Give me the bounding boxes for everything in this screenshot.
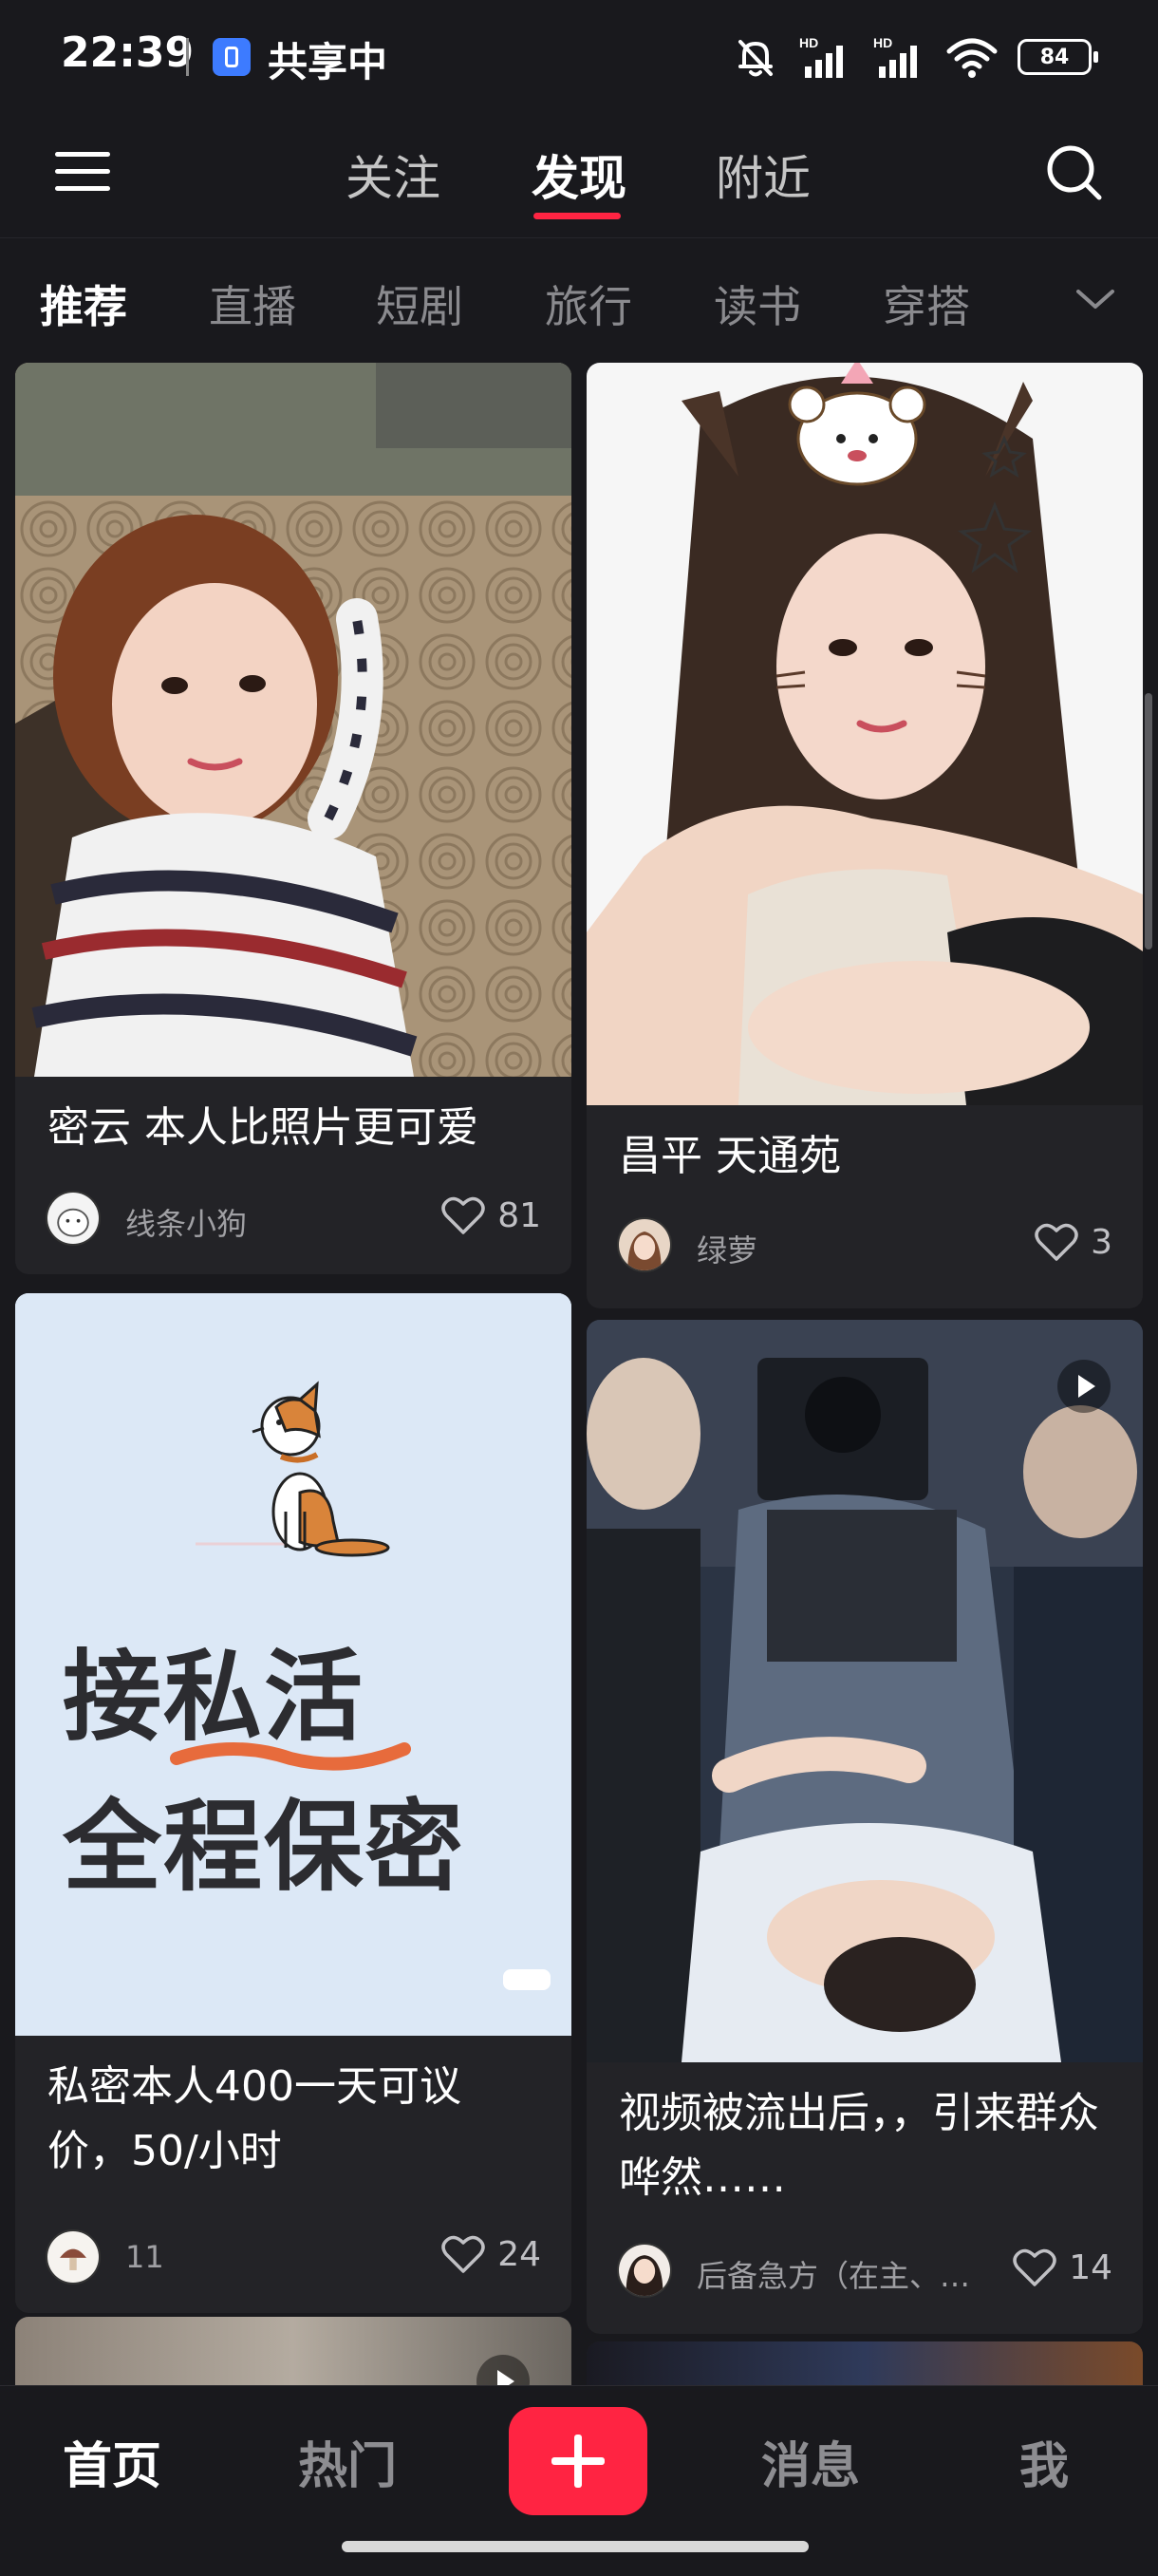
- svg-text:HD: HD: [799, 35, 818, 50]
- heart-icon[interactable]: [1034, 1221, 1079, 1263]
- signal-hd-icon: HD: [873, 35, 917, 78]
- card-title: 私密本人400一天可议价，50/小时: [47, 2062, 461, 2175]
- card-author[interactable]: 线条小狗: [125, 1200, 247, 1244]
- svg-text:HD: HD: [873, 35, 892, 50]
- photo-girl-filter: [587, 363, 1143, 1105]
- feed-card[interactable]: 接私活 全程保密 私密本人400一天可议价，50/小时 11 24: [15, 1293, 571, 2313]
- top-navigation: 关注 发现 附近: [0, 114, 1158, 237]
- status-separator: [186, 38, 189, 76]
- card-image: [587, 363, 1143, 1105]
- bell-muted-icon: [738, 40, 773, 77]
- scrollbar[interactable]: [1145, 693, 1152, 950]
- avatar[interactable]: [46, 1191, 101, 1246]
- poster-subheadline: 全程保密: [63, 1789, 466, 1905]
- category-live[interactable]: 直播: [209, 273, 296, 335]
- card-author[interactable]: 后备急方（在主、…: [697, 2252, 981, 2296]
- wifi-icon: [946, 38, 998, 78]
- card-author[interactable]: 11: [125, 2239, 164, 2275]
- share-screen-icon: [213, 38, 251, 76]
- bottom-tab-messages[interactable]: 消息: [761, 2426, 860, 2497]
- like-count-value: 3: [1091, 1222, 1112, 1262]
- card-image: 接私活 全程保密: [15, 1293, 571, 2036]
- menu-icon[interactable]: [55, 148, 110, 196]
- card-author[interactable]: 绿萝: [697, 1227, 757, 1270]
- category-short-drama[interactable]: 短剧: [376, 273, 463, 335]
- signal-hd-icon: HD: [799, 35, 843, 78]
- photo-girl-selfie: [15, 363, 571, 1077]
- category-recommend[interactable]: 推荐: [40, 273, 127, 335]
- card-title: 密云 本人比照片更可爱: [47, 1103, 478, 1152]
- avatar[interactable]: [617, 2243, 672, 2298]
- status-icons: HD HD 84: [733, 32, 1098, 82]
- heart-icon[interactable]: [440, 2233, 486, 2275]
- like-count[interactable]: 14: [1012, 2247, 1112, 2288]
- feed-card[interactable]: 昌平 天通苑 绿萝 3: [587, 363, 1143, 1308]
- feed-card[interactable]: 视频被流出后，，引来群众哗然…… 后备急方（在主、… 14: [587, 1320, 1143, 2334]
- card-image: [15, 363, 571, 1077]
- home-indicator[interactable]: [342, 2541, 809, 2552]
- tab-nearby[interactable]: 附近: [716, 141, 811, 209]
- active-tab-indicator: [533, 213, 621, 219]
- like-count-value: 24: [497, 2234, 541, 2274]
- like-count[interactable]: 81: [440, 1194, 541, 1236]
- video-crowd-scene: [587, 1320, 1143, 2062]
- card-title: 昌平 天通苑: [619, 1132, 841, 1180]
- like-count[interactable]: 24: [440, 2233, 541, 2275]
- heart-icon[interactable]: [440, 1194, 486, 1236]
- feed-card[interactable]: 密云 本人比照片更可爱 线条小狗 81: [15, 363, 571, 1274]
- add-post-button[interactable]: [509, 2407, 647, 2515]
- chevron-down-icon[interactable]: [1074, 286, 1116, 312]
- play-icon: [1057, 1360, 1111, 1413]
- bottom-tab-me[interactable]: 我: [1019, 2426, 1069, 2497]
- poster-headline: 接私活: [63, 1639, 365, 1755]
- avatar[interactable]: [617, 1217, 672, 1272]
- category-tabs: 推荐 直播 短剧 旅行 读书 穿搭: [0, 237, 1158, 358]
- share-status-label: 共享中: [268, 39, 388, 85]
- status-bar: 22:39 共享中 HD HD 84: [0, 0, 1158, 114]
- bottom-tab-hot[interactable]: 热门: [298, 2426, 397, 2497]
- tab-following[interactable]: 关注: [346, 141, 440, 209]
- status-time: 22:39: [61, 28, 195, 77]
- bottom-tab-home[interactable]: 首页: [63, 2426, 161, 2497]
- tab-discover[interactable]: 发现: [532, 141, 626, 209]
- avatar[interactable]: [46, 2229, 101, 2285]
- like-count[interactable]: 3: [1034, 1221, 1112, 1263]
- category-reading[interactable]: 读书: [714, 273, 801, 335]
- like-count-value: 81: [497, 1195, 541, 1235]
- card-image: [587, 1320, 1143, 2062]
- search-icon[interactable]: [1044, 142, 1105, 203]
- like-count-value: 14: [1069, 2247, 1112, 2287]
- card-title: 视频被流出后，，引来群众哗然……: [619, 2089, 1099, 2202]
- category-travel[interactable]: 旅行: [545, 273, 632, 335]
- battery-icon: 84: [1018, 39, 1098, 75]
- category-outfit[interactable]: 穿搭: [883, 273, 970, 335]
- heart-icon[interactable]: [1012, 2247, 1057, 2288]
